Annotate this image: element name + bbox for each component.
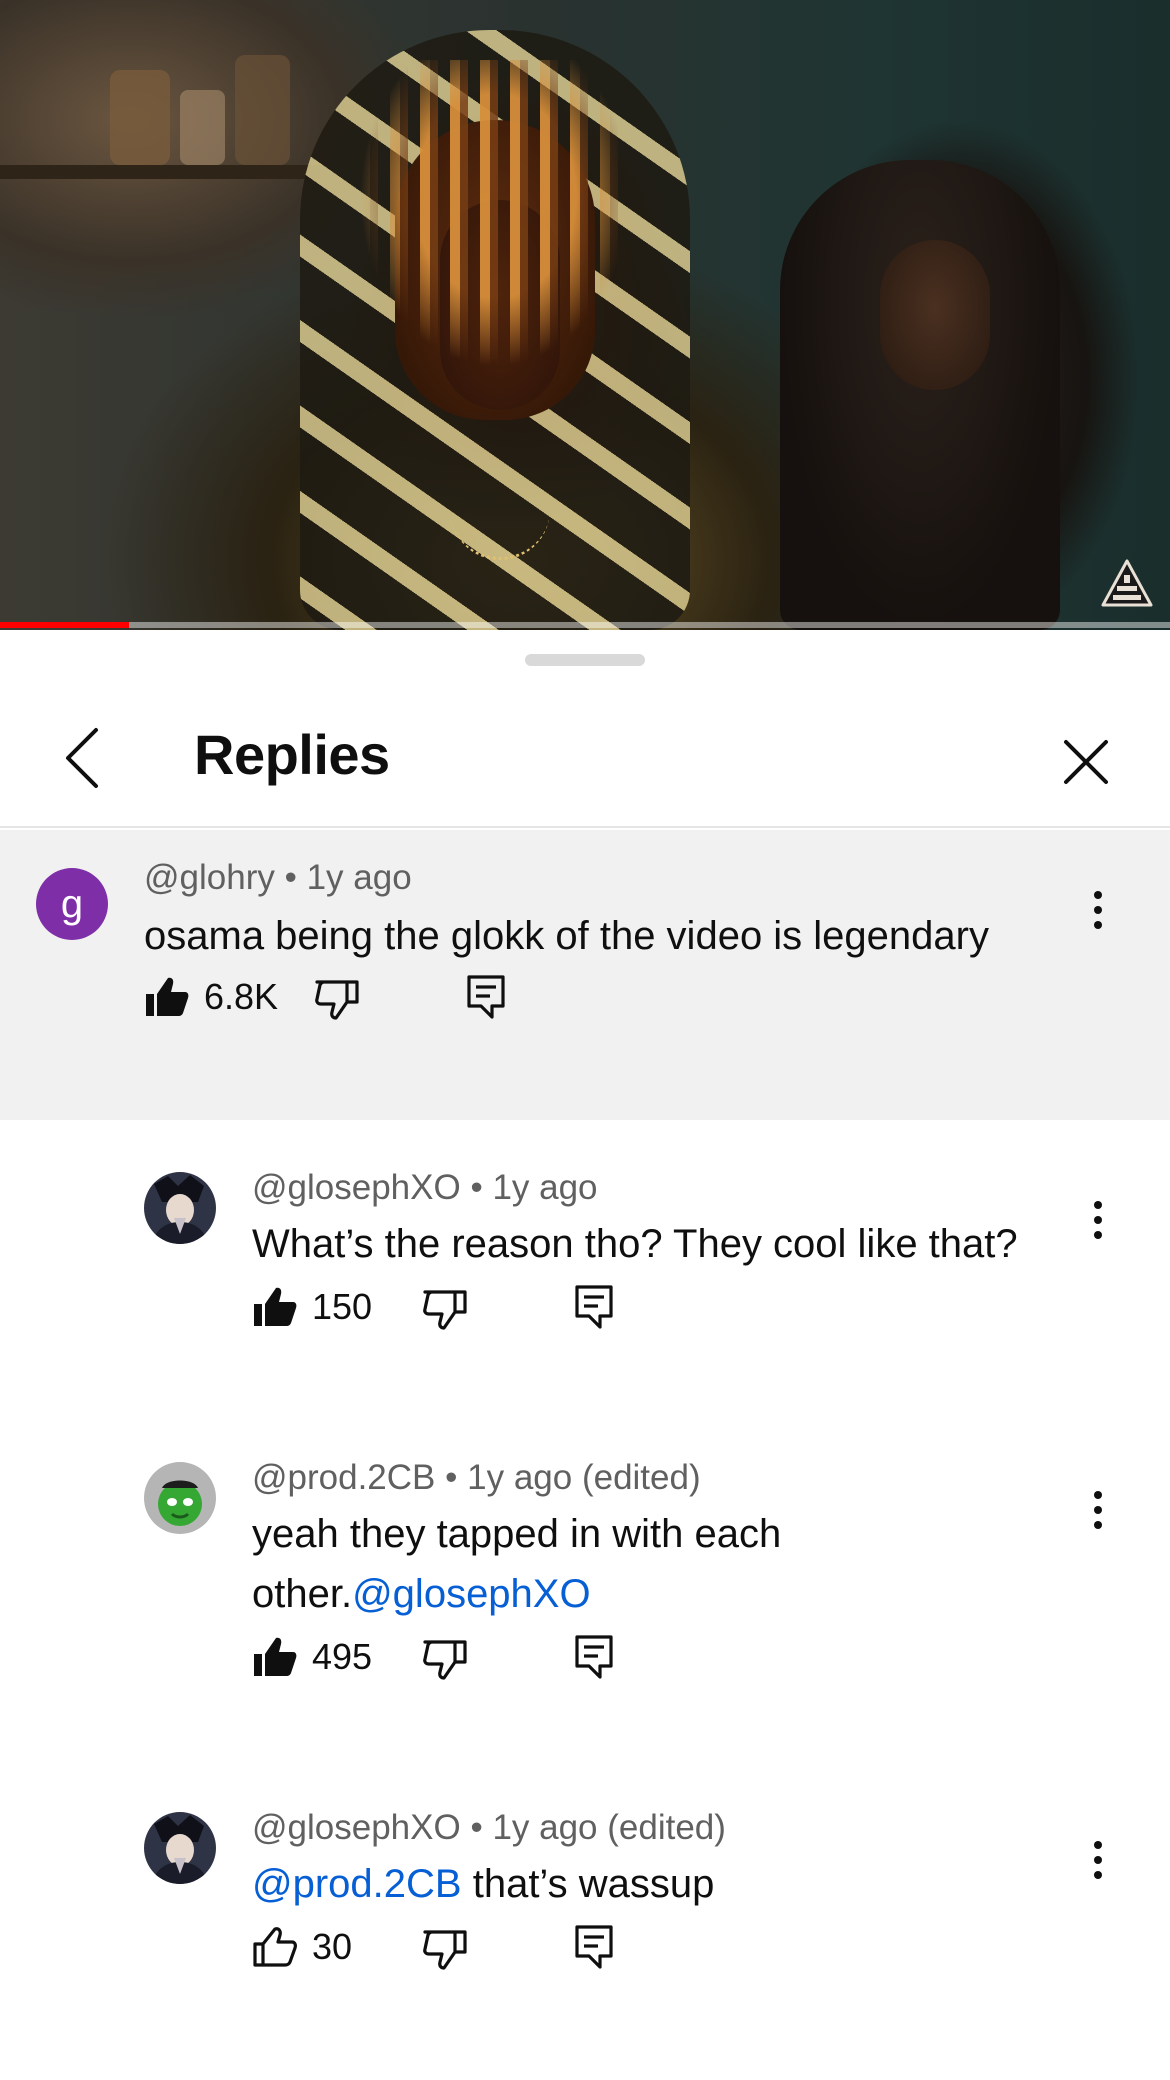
more-options-button[interactable] — [1078, 1830, 1118, 1890]
comment-meta: @glohry • 1y ago — [144, 858, 412, 898]
avatar[interactable]: g — [36, 868, 108, 940]
comment-meta: @glosephXO • 1y ago — [252, 1168, 598, 1208]
like-button[interactable]: 6.8K — [144, 972, 278, 1022]
comment-time: 1y ago (edited) — [492, 1808, 726, 1847]
comment-text: osama being the glokk of the video is le… — [144, 914, 989, 958]
avatar[interactable] — [144, 1172, 216, 1244]
thumbs-up-outline-icon — [253, 1927, 297, 1967]
thumbs-up-filled-icon — [254, 1637, 297, 1676]
comment-author[interactable]: @prod.2CB — [252, 1458, 435, 1497]
dislike-button[interactable] — [314, 974, 360, 1024]
like-count: 150 — [312, 1286, 373, 1327]
avatar-image — [144, 1462, 216, 1534]
sheet-header: Replies — [0, 688, 1170, 828]
like-count: 30 — [312, 1926, 353, 1967]
video-frame-jar — [180, 90, 225, 165]
comment-author[interactable]: @glohry — [144, 858, 275, 897]
like-button[interactable]: 495 — [252, 1632, 372, 1682]
video-frame-background-face — [880, 240, 990, 390]
avatar[interactable] — [144, 1812, 216, 1884]
comment-text-line: yeah they tapped in with each — [252, 1512, 782, 1556]
channel-watermark-icon[interactable] — [1100, 558, 1154, 610]
reply-icon — [575, 1285, 613, 1329]
comment-text-line: other.@glosephXO — [252, 1564, 1112, 1624]
more-vertical-icon — [1094, 891, 1102, 929]
avatar[interactable] — [144, 1462, 216, 1534]
thumbs-down-icon — [315, 980, 359, 1020]
comment-meta: @prod.2CB • 1y ago (edited) — [252, 1458, 701, 1498]
avatar-letter: g — [60, 881, 84, 926]
mention-link[interactable]: @glosephXO — [352, 1572, 591, 1616]
thumbs-up-filled-icon — [254, 1287, 297, 1326]
dislike-button[interactable] — [422, 1924, 468, 1974]
mention-link[interactable]: @prod.2CB — [252, 1862, 462, 1906]
drag-handle[interactable] — [525, 654, 645, 666]
close-button[interactable] — [1036, 712, 1136, 812]
reply-comment: @glosephXO • 1y ago What’s the reason th… — [0, 1150, 1170, 1390]
avatar-image — [144, 1172, 216, 1244]
meta-separator: • — [445, 1458, 458, 1497]
meta-separator: • — [284, 858, 297, 897]
reply-icon — [575, 1925, 613, 1969]
video-progress-bar[interactable] — [0, 622, 1170, 628]
more-options-button[interactable] — [1078, 1480, 1118, 1540]
reply-comment: @prod.2CB • 1y ago (edited) yeah they ta… — [0, 1440, 1170, 1740]
reply-button[interactable] — [466, 972, 506, 1022]
video-frame-background-person — [780, 160, 1060, 630]
like-count: 495 — [312, 1636, 373, 1677]
like-button[interactable]: 150 — [252, 1282, 372, 1332]
parent-comment: g @glohry • 1y ago osama being the glokk… — [0, 830, 1170, 1120]
meta-separator: • — [470, 1808, 483, 1847]
more-vertical-icon — [1094, 1201, 1102, 1239]
reply-icon — [467, 975, 505, 1019]
meta-separator: • — [470, 1168, 483, 1207]
more-options-button[interactable] — [1078, 1190, 1118, 1250]
video-frame-shelf — [0, 165, 320, 179]
close-icon — [1064, 740, 1108, 784]
video-player[interactable] — [0, 0, 1170, 630]
thumbs-down-icon — [423, 1640, 467, 1680]
video-progress-fill — [0, 622, 129, 628]
comment-meta: @glosephXO • 1y ago (edited) — [252, 1808, 726, 1848]
like-button[interactable]: 30 — [252, 1922, 352, 1972]
comment-text-fragment: other. — [252, 1572, 353, 1616]
more-vertical-icon — [1094, 1491, 1102, 1529]
video-frame-jar — [110, 70, 170, 165]
comment-author[interactable]: @glosephXO — [252, 1168, 461, 1207]
page-title: Replies — [194, 723, 390, 786]
back-button[interactable] — [40, 708, 124, 808]
reply-button[interactable] — [574, 1922, 614, 1972]
chevron-left-icon — [66, 728, 98, 788]
comment-text-fragment: that’s wassup — [461, 1862, 715, 1906]
more-options-button[interactable] — [1078, 880, 1118, 940]
video-frame-jar — [235, 55, 290, 165]
comment-text: What’s the reason tho? They cool like th… — [252, 1222, 1018, 1266]
comment-text: yeah they tapped in with each other.@glo… — [252, 1504, 1112, 1624]
comment-time: 1y ago — [492, 1168, 598, 1207]
thumbs-down-icon — [423, 1930, 467, 1970]
like-count: 6.8K — [204, 976, 279, 1017]
comment-time: 1y ago — [306, 858, 412, 897]
reply-icon — [575, 1635, 613, 1679]
avatar-image — [144, 1812, 216, 1884]
comment-time: 1y ago (edited) — [467, 1458, 701, 1497]
thumbs-up-filled-icon — [146, 977, 189, 1016]
dislike-button[interactable] — [422, 1284, 468, 1334]
reply-comment: @glosephXO • 1y ago (edited) @prod.2CB t… — [0, 1790, 1170, 2030]
comment-text: @prod.2CB that’s wassup — [252, 1854, 1112, 1914]
replies-sheet: Replies g @glohry • 1y ago osama being t… — [0, 630, 1170, 2080]
reply-button[interactable] — [574, 1632, 614, 1682]
comment-author[interactable]: @glosephXO — [252, 1808, 461, 1847]
dislike-button[interactable] — [422, 1634, 468, 1684]
more-vertical-icon — [1094, 1841, 1102, 1879]
thumbs-down-icon — [423, 1290, 467, 1330]
video-frame-hair — [360, 60, 630, 400]
reply-button[interactable] — [574, 1282, 614, 1332]
